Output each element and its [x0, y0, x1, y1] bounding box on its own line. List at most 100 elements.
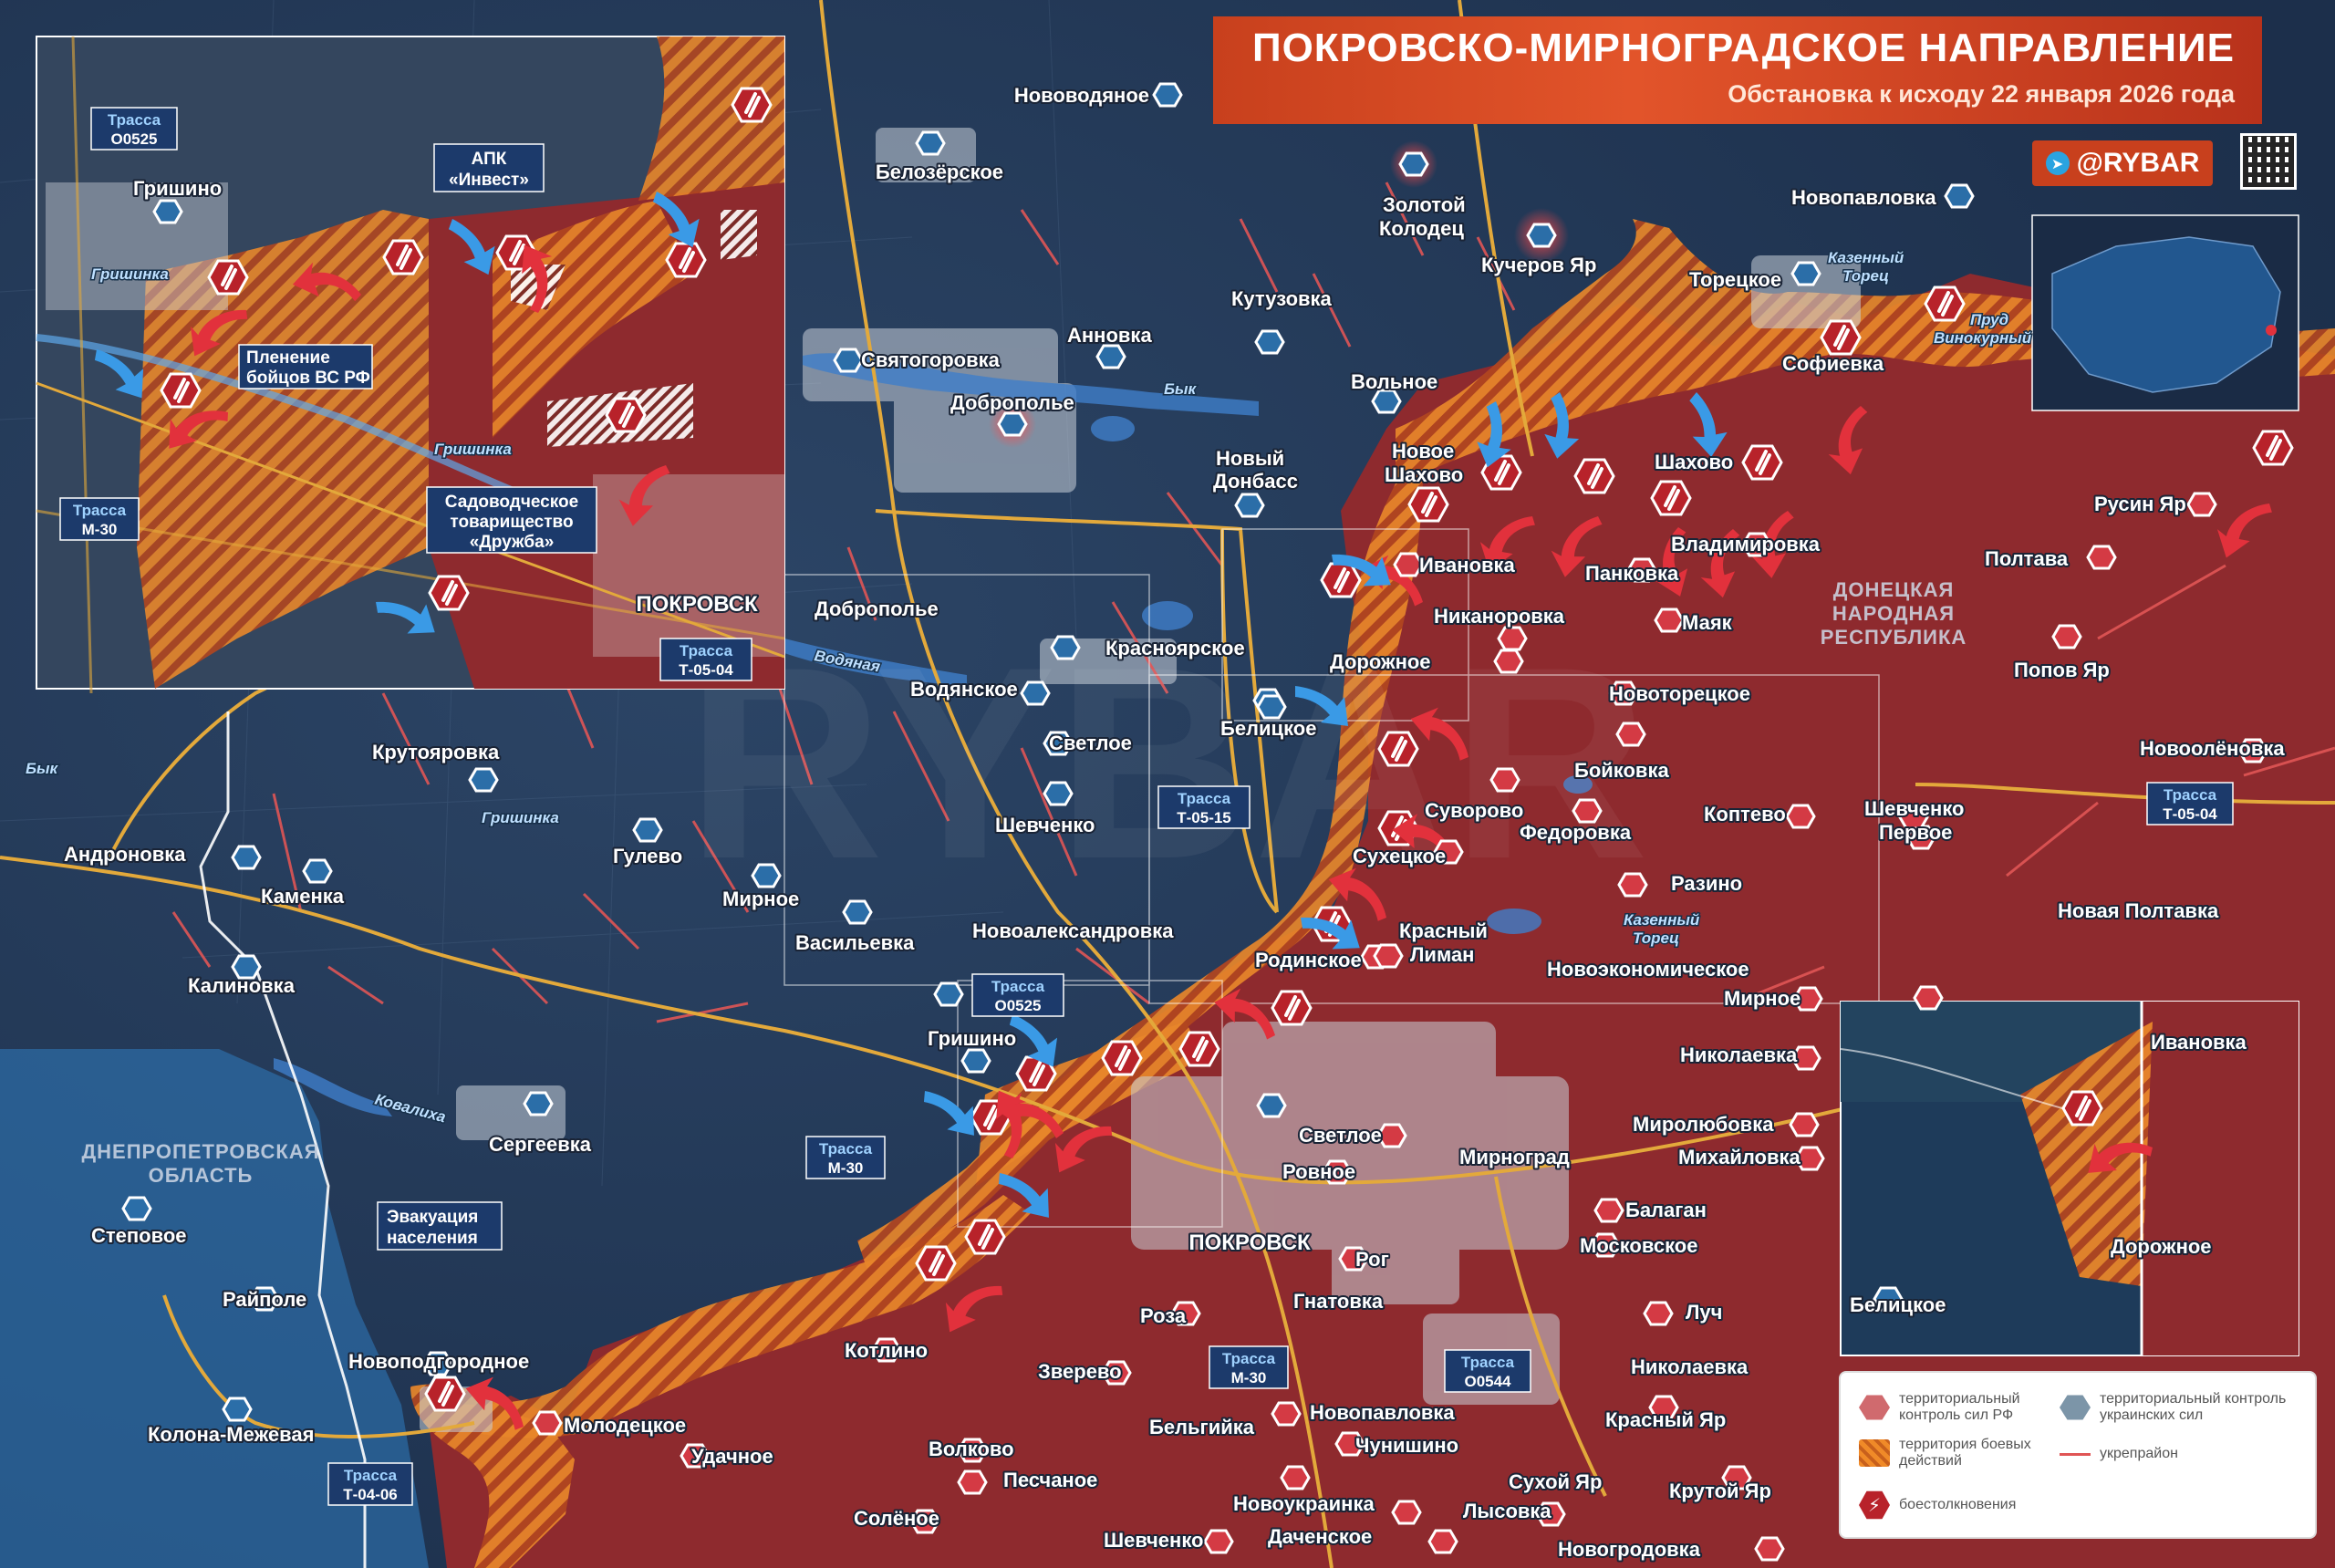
svg-text:Новое: Новое	[1392, 440, 1454, 462]
qr-code-icon[interactable]	[2240, 133, 2297, 190]
svg-text:Белицкое: Белицкое	[1220, 717, 1316, 740]
svg-text:Сухецкое: Сухецкое	[1353, 845, 1446, 867]
svg-text:Трасса: Трасса	[2164, 786, 2217, 804]
svg-text:М-30: М-30	[828, 1159, 864, 1177]
svg-text:Луч: Луч	[1686, 1301, 1722, 1324]
svg-text:Софиевка: Софиевка	[1782, 352, 1884, 375]
svg-text:Миролюбовка: Миролюбовка	[1633, 1113, 1774, 1136]
svg-text:бойцов ВС РФ: бойцов ВС РФ	[246, 369, 370, 388]
svg-text:Новопавловка: Новопавловка	[1310, 1401, 1455, 1424]
svg-text:ДНЕПРОПЕТРОВСКАЯ: ДНЕПРОПЕТРОВСКАЯ	[81, 1140, 319, 1163]
svg-text:«Дружба»: «Дружба»	[470, 533, 555, 552]
svg-text:Красноярское: Красноярское	[1105, 637, 1245, 659]
brand-handle: @RYBAR	[2076, 148, 2200, 178]
svg-text:Торец: Торец	[1842, 267, 1889, 285]
svg-text:НАРОДНАЯ: НАРОДНАЯ	[1832, 602, 1955, 625]
city-pokrovsk: ПОКРОВСК	[1188, 1231, 1311, 1255]
svg-text:населения: населения	[387, 1229, 478, 1248]
svg-text:Новогродовка: Новогродовка	[1558, 1538, 1701, 1561]
svg-text:Новопавловка: Новопавловка	[1791, 186, 1936, 209]
svg-text:Лиман: Лиман	[1410, 943, 1474, 966]
rybar-brand[interactable]: ➤ @RYBAR	[2032, 140, 2213, 186]
svg-text:Песчаное: Песчаное	[1003, 1469, 1097, 1491]
map-subtitle: Обстановка к исходу 22 января 2026 года	[1728, 80, 2235, 108]
svg-text:Николаевка: Николаевка	[1680, 1044, 1798, 1066]
svg-text:АПК: АПК	[472, 150, 507, 169]
svg-text:Гришинка: Гришинка	[91, 265, 169, 283]
map-title: ПОКРОВСКО-МИРНОГРАДСКОЕ НАПРАВЛЕНИЕ	[1251, 26, 2235, 70]
svg-text:Ивановка: Ивановка	[2151, 1031, 2247, 1054]
city-pokrovsk-inset: ПОКРОВСК	[636, 592, 758, 617]
svg-text:Шахово: Шахово	[1385, 463, 1463, 486]
svg-text:Маяк: Маяк	[1682, 611, 1733, 634]
svg-text:Казенный: Казенный	[1624, 911, 1700, 929]
svg-text:Т-05-04: Т-05-04	[2163, 805, 2217, 823]
svg-text:Новоподгородное: Новоподгородное	[348, 1350, 529, 1373]
svg-text:ОБЛАСТЬ: ОБЛАСТЬ	[149, 1164, 254, 1187]
svg-text:Трасса: Трасса	[991, 978, 1045, 995]
svg-text:Красный: Красный	[1399, 919, 1488, 942]
svg-text:Московское: Московское	[1580, 1234, 1697, 1257]
svg-text:Суворово: Суворово	[1425, 799, 1523, 822]
svg-text:О0544: О0544	[1464, 1373, 1511, 1390]
svg-text:Новоторецкое: Новоторецкое	[1609, 682, 1750, 705]
svg-text:Разино: Разино	[1671, 872, 1742, 895]
svg-text:ДОНЕЦКАЯ: ДОНЕЦКАЯ	[1833, 578, 1955, 601]
svg-text:Красный Яр: Красный Яр	[1605, 1408, 1726, 1431]
svg-text:Николаевка: Николаевка	[1631, 1355, 1749, 1378]
svg-text:Шевченко: Шевченко	[1104, 1529, 1203, 1552]
svg-text:Водянское: Водянское	[910, 678, 1018, 701]
svg-text:Федоровка: Федоровка	[1520, 821, 1632, 844]
svg-text:Трасса: Трасса	[1178, 790, 1231, 807]
svg-text:Доброполье: Доброполье	[950, 391, 1074, 414]
svg-text:Даченское: Даченское	[1268, 1525, 1372, 1548]
svg-text:РЕСПУБЛИКА: РЕСПУБЛИКА	[1821, 626, 1967, 649]
legend-clashes: ⚡ боестолкновения	[1859, 1490, 2045, 1521]
svg-text:Новоалександровка: Новоалександровка	[972, 919, 1174, 942]
svg-text:Рог: Рог	[1355, 1248, 1389, 1271]
svg-text:О0525: О0525	[110, 130, 157, 148]
svg-text:Белицкое: Белицкое	[1850, 1293, 1946, 1316]
legend: территориальный контроль сил РФ территор…	[1841, 1373, 2315, 1537]
map-header: ПОКРОВСКО-МИРНОГРАДСКОЕ НАПРАВЛЕНИЕ Обст…	[1213, 0, 2262, 128]
svg-text:Андроновка: Андроновка	[64, 843, 186, 866]
legend-contested: территория боевых действий	[1859, 1437, 2045, 1469]
svg-text:Михайловка: Михайловка	[1678, 1146, 1801, 1168]
svg-text:Степовое: Степовое	[91, 1224, 187, 1247]
svg-text:Владимировка: Владимировка	[1671, 533, 1821, 556]
svg-text:Ровное: Ровное	[1282, 1160, 1355, 1183]
svg-text:Светлое: Светлое	[1299, 1124, 1382, 1147]
svg-text:Казенный: Казенный	[1828, 249, 1904, 266]
svg-text:Молодецкое: Молодецкое	[564, 1414, 686, 1437]
svg-text:Гришино: Гришино	[133, 177, 222, 200]
svg-text:Донбасс: Донбасс	[1213, 470, 1298, 493]
svg-text:Дорожное: Дорожное	[2111, 1235, 2212, 1258]
svg-text:Гнатовка: Гнатовка	[1293, 1290, 1384, 1313]
svg-text:Панковка: Панковка	[1585, 562, 1679, 585]
svg-text:Лысовка: Лысовка	[1463, 1500, 1551, 1522]
svg-text:Трасса: Трасса	[108, 111, 161, 129]
svg-text:Бельгийка: Бельгийка	[1149, 1416, 1255, 1438]
svg-text:Коптево: Коптево	[1704, 803, 1786, 826]
svg-text:М-30: М-30	[82, 521, 118, 538]
svg-text:Гришинка: Гришинка	[434, 441, 512, 458]
svg-text:Трасса: Трасса	[819, 1140, 873, 1158]
svg-text:Колодец: Колодец	[1379, 217, 1464, 240]
svg-text:Т-05-15: Т-05-15	[1177, 809, 1231, 826]
svg-text:Полтава: Полтава	[1985, 547, 2069, 570]
svg-text:Зверево: Зверево	[1038, 1360, 1122, 1383]
svg-text:Трасса: Трасса	[344, 1467, 398, 1484]
svg-text:Первое: Первое	[1879, 821, 1952, 844]
svg-text:Садоводческое: Садоводческое	[445, 493, 578, 512]
svg-text:Русин Яр: Русин Яр	[2094, 493, 2186, 515]
svg-text:Эвакуация: Эвакуация	[387, 1208, 478, 1227]
svg-text:Удачное: Удачное	[691, 1445, 773, 1468]
legend-ua: территориальный контроль украинских сил	[2060, 1391, 2309, 1424]
svg-text:Вольное: Вольное	[1351, 370, 1437, 393]
svg-text:Новый: Новый	[1216, 447, 1284, 470]
svg-text:Сухой Яр: Сухой Яр	[1509, 1470, 1602, 1493]
svg-text:Шевченко: Шевченко	[995, 814, 1095, 836]
svg-text:Светлое: Светлое	[1049, 732, 1132, 754]
svg-text:Гулево: Гулево	[613, 845, 682, 867]
svg-text:Бойковка: Бойковка	[1574, 759, 1669, 782]
